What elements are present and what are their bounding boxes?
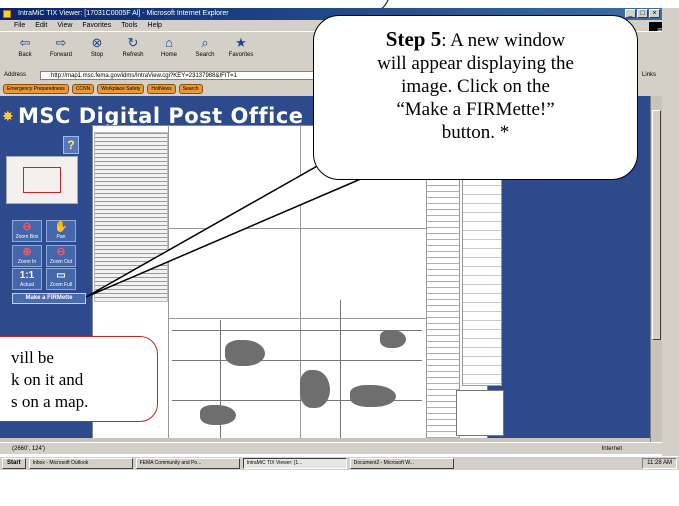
step-line-1: : A new window — [441, 30, 566, 51]
step-line-2: will appear displaying the — [377, 53, 574, 74]
step-line-4: “Make a FIRMette!” — [396, 99, 555, 120]
step-line-3: image. Click on the — [401, 76, 550, 97]
screenshot: IntraMiC TIX Viewer: [17031C0005F Al] - … — [0, 0, 679, 506]
red-note-callout: vill be k on it and s on a map. — [0, 336, 158, 422]
step-5-callout: Step 5: A new window will appear display… — [313, 15, 638, 180]
step-label: Step 5 — [385, 27, 442, 51]
step-line-5: button. * — [441, 122, 510, 143]
red-note-line-2: k on it and — [11, 370, 84, 389]
red-note-line-3: s on a map. — [11, 392, 89, 411]
red-note-line-1: vill be — [11, 348, 54, 367]
